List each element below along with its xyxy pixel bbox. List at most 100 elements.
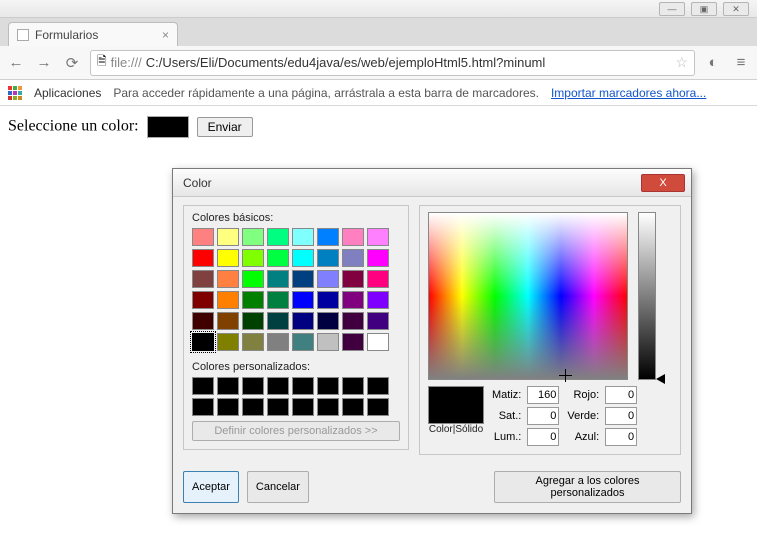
basic-color-swatch[interactable] bbox=[292, 249, 314, 267]
bookmark-star-icon[interactable]: ☆ bbox=[675, 54, 688, 71]
sat-input[interactable] bbox=[527, 407, 559, 425]
basic-color-swatch[interactable] bbox=[242, 291, 264, 309]
custom-color-swatch[interactable] bbox=[367, 377, 389, 395]
apps-icon[interactable] bbox=[8, 86, 22, 100]
basic-color-swatch[interactable] bbox=[317, 270, 339, 288]
basic-color-swatch[interactable] bbox=[367, 333, 389, 351]
basic-color-swatch[interactable] bbox=[317, 291, 339, 309]
basic-color-swatch[interactable] bbox=[192, 249, 214, 267]
custom-color-swatch[interactable] bbox=[242, 398, 264, 416]
dialog-titlebar[interactable]: Color X bbox=[173, 169, 691, 197]
basic-color-swatch[interactable] bbox=[367, 249, 389, 267]
custom-color-swatch[interactable] bbox=[342, 377, 364, 395]
basic-color-swatch[interactable] bbox=[292, 333, 314, 351]
basic-color-swatch[interactable] bbox=[217, 270, 239, 288]
basic-color-swatch[interactable] bbox=[267, 312, 289, 330]
basic-color-swatch[interactable] bbox=[342, 333, 364, 351]
luminance-pointer-icon[interactable] bbox=[656, 374, 665, 384]
custom-color-swatch[interactable] bbox=[192, 398, 214, 416]
picker-crosshair-icon[interactable] bbox=[559, 369, 572, 382]
basic-color-swatch[interactable] bbox=[267, 333, 289, 351]
basic-color-swatch[interactable] bbox=[192, 333, 214, 351]
blue-input[interactable] bbox=[605, 428, 637, 446]
color-gradient-picker[interactable] bbox=[428, 212, 628, 380]
extension-icon[interactable]: ◐ bbox=[703, 53, 723, 73]
basic-color-swatch[interactable] bbox=[342, 228, 364, 246]
back-button[interactable]: ← bbox=[6, 53, 26, 73]
basic-color-swatch[interactable] bbox=[342, 291, 364, 309]
basic-color-swatch[interactable] bbox=[292, 312, 314, 330]
custom-color-swatch[interactable] bbox=[342, 398, 364, 416]
basic-color-swatch[interactable] bbox=[367, 312, 389, 330]
basic-color-swatch[interactable] bbox=[242, 228, 264, 246]
custom-color-swatch[interactable] bbox=[292, 377, 314, 395]
basic-color-swatch[interactable] bbox=[292, 228, 314, 246]
basic-color-swatch[interactable] bbox=[317, 312, 339, 330]
custom-color-swatch[interactable] bbox=[267, 398, 289, 416]
dialog-title: Color bbox=[183, 176, 212, 190]
basic-color-swatch[interactable] bbox=[242, 312, 264, 330]
basic-color-swatch[interactable] bbox=[267, 270, 289, 288]
basic-color-swatch[interactable] bbox=[242, 270, 264, 288]
custom-color-swatch[interactable] bbox=[317, 377, 339, 395]
basic-color-swatch[interactable] bbox=[242, 249, 264, 267]
basic-color-swatch[interactable] bbox=[317, 333, 339, 351]
basic-color-swatch[interactable] bbox=[192, 312, 214, 330]
basic-color-swatch[interactable] bbox=[342, 312, 364, 330]
color-input[interactable] bbox=[147, 116, 189, 138]
basic-color-swatch[interactable] bbox=[192, 228, 214, 246]
address-bar[interactable]: 🗎 file:/// C:/Users/Eli/Documents/edu4ja… bbox=[90, 50, 695, 76]
hue-input[interactable] bbox=[527, 386, 559, 404]
basic-color-swatch[interactable] bbox=[217, 312, 239, 330]
red-input[interactable] bbox=[605, 386, 637, 404]
basic-color-swatch[interactable] bbox=[242, 333, 264, 351]
cancel-button[interactable]: Cancelar bbox=[247, 471, 309, 503]
add-to-custom-button[interactable]: Agregar a los colores personalizados bbox=[494, 471, 681, 503]
basic-color-swatch[interactable] bbox=[192, 291, 214, 309]
custom-color-swatch[interactable] bbox=[192, 377, 214, 395]
basic-color-swatch[interactable] bbox=[367, 270, 389, 288]
apps-label[interactable]: Aplicaciones bbox=[34, 86, 101, 100]
basic-colors-grid bbox=[192, 228, 400, 351]
lum-input[interactable] bbox=[527, 428, 559, 446]
basic-color-swatch[interactable] bbox=[292, 291, 314, 309]
basic-color-swatch[interactable] bbox=[367, 291, 389, 309]
basic-color-swatch[interactable] bbox=[367, 228, 389, 246]
custom-color-swatch[interactable] bbox=[217, 377, 239, 395]
basic-color-swatch[interactable] bbox=[292, 270, 314, 288]
basic-color-swatch[interactable] bbox=[317, 249, 339, 267]
custom-color-swatch[interactable] bbox=[267, 377, 289, 395]
page-favicon-icon bbox=[17, 29, 29, 41]
tab-close-button[interactable]: × bbox=[162, 28, 169, 42]
define-custom-colors-button[interactable]: Definir colores personalizados >> bbox=[192, 421, 400, 441]
custom-color-swatch[interactable] bbox=[292, 398, 314, 416]
custom-color-swatch[interactable] bbox=[242, 377, 264, 395]
dialog-close-button[interactable]: X bbox=[641, 174, 685, 192]
import-bookmarks-link[interactable]: Importar marcadores ahora... bbox=[551, 86, 706, 100]
basic-color-swatch[interactable] bbox=[267, 249, 289, 267]
window-minimize-button[interactable]: — bbox=[659, 2, 685, 16]
custom-color-swatch[interactable] bbox=[317, 398, 339, 416]
ok-button[interactable]: Aceptar bbox=[183, 471, 239, 503]
window-close-button[interactable]: ✕ bbox=[723, 2, 749, 16]
basic-color-swatch[interactable] bbox=[217, 291, 239, 309]
window-maximize-button[interactable]: ▣ bbox=[691, 2, 717, 16]
basic-color-swatch[interactable] bbox=[217, 228, 239, 246]
basic-color-swatch[interactable] bbox=[267, 291, 289, 309]
basic-color-swatch[interactable] bbox=[267, 228, 289, 246]
submit-button[interactable]: Enviar bbox=[197, 117, 253, 137]
forward-button[interactable]: → bbox=[34, 53, 54, 73]
green-input[interactable] bbox=[605, 407, 637, 425]
reload-button[interactable]: ⟳ bbox=[62, 53, 82, 73]
basic-color-swatch[interactable] bbox=[342, 270, 364, 288]
basic-color-swatch[interactable] bbox=[317, 228, 339, 246]
basic-color-swatch[interactable] bbox=[192, 270, 214, 288]
menu-button[interactable]: ≡ bbox=[731, 53, 751, 73]
custom-color-swatch[interactable] bbox=[367, 398, 389, 416]
browser-tab[interactable]: Formularios × bbox=[8, 22, 178, 46]
basic-color-swatch[interactable] bbox=[217, 249, 239, 267]
basic-color-swatch[interactable] bbox=[217, 333, 239, 351]
basic-color-swatch[interactable] bbox=[342, 249, 364, 267]
luminance-slider[interactable] bbox=[638, 212, 656, 380]
custom-color-swatch[interactable] bbox=[217, 398, 239, 416]
